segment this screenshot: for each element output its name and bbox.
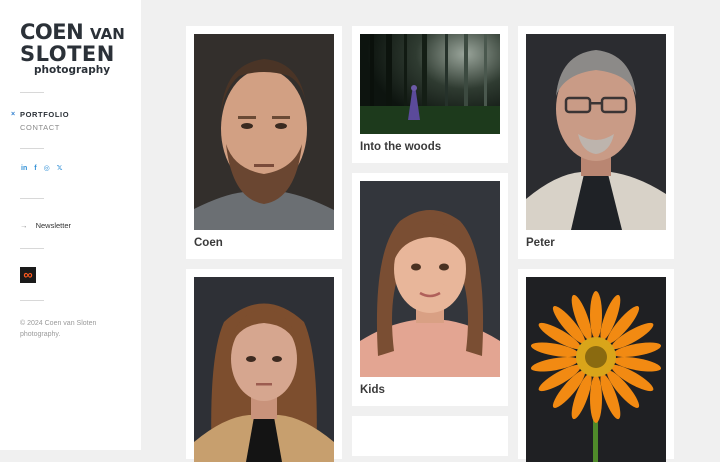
- social-links: in f ◎ 𝕏: [21, 165, 62, 173]
- card-caption: Coen: [194, 237, 223, 249]
- logo-word-van: VAN: [90, 25, 125, 43]
- logo-line-1: COEN VAN: [20, 22, 125, 44]
- arrow-right-icon: →: [20, 221, 28, 230]
- nav-item-contact[interactable]: CONTACT: [20, 121, 69, 134]
- photo-kids: [360, 181, 500, 377]
- gallery-card-coen[interactable]: Coen: [186, 26, 342, 259]
- gallery-card-into-the-woods[interactable]: Into the woods: [352, 26, 508, 163]
- facebook-icon[interactable]: f: [34, 165, 36, 173]
- nav-item-label: PORTFOLIO: [20, 110, 70, 119]
- nav-item-portfolio[interactable]: × PORTFOLIO: [11, 108, 70, 121]
- newsletter-label: Newsletter: [35, 221, 72, 230]
- nav-item-label: CONTACT: [20, 123, 60, 132]
- newsletter-link[interactable]: → Newsletter: [20, 221, 71, 230]
- logo-word-coen: COEN: [20, 20, 84, 44]
- gallery-card-flower[interactable]: [518, 269, 674, 462]
- x-twitter-icon[interactable]: 𝕏: [57, 165, 63, 173]
- divider: [20, 198, 44, 199]
- gallery-card-peter[interactable]: Peter: [518, 26, 674, 259]
- logo-word-photography: photography: [34, 64, 111, 76]
- card-caption: Peter: [526, 237, 555, 249]
- photo-into-the-woods: [360, 34, 500, 134]
- gallery-card-kids[interactable]: Kids: [352, 173, 508, 406]
- site-logo[interactable]: COEN VAN SLOTEN photography: [20, 22, 125, 76]
- photo-peter: [526, 34, 666, 230]
- infinity-badge-icon[interactable]: ∞: [20, 267, 36, 283]
- sidebar: COEN VAN SLOTEN photography × PORTFOLIO …: [0, 0, 141, 450]
- linkedin-icon[interactable]: in: [21, 165, 27, 173]
- active-marker-icon: ×: [11, 111, 16, 118]
- gallery-card-empty[interactable]: [352, 416, 508, 456]
- logo-word-sloten: SLOTEN: [20, 42, 115, 66]
- divider: [20, 148, 44, 149]
- copyright-text: © 2024 Coen van Sloten photography.: [20, 320, 97, 338]
- divider: [20, 300, 44, 301]
- divider: [20, 92, 44, 93]
- photo-woman: [194, 277, 334, 462]
- photo-flower: [526, 277, 666, 462]
- card-caption: Into the woods: [360, 141, 442, 153]
- photo-coen: [194, 34, 334, 230]
- instagram-icon[interactable]: ◎: [44, 165, 50, 173]
- divider: [20, 248, 44, 249]
- card-caption: Kids: [360, 384, 385, 396]
- gallery-card-portrait-woman[interactable]: [186, 269, 342, 462]
- main-nav: × PORTFOLIO CONTACT: [11, 108, 70, 134]
